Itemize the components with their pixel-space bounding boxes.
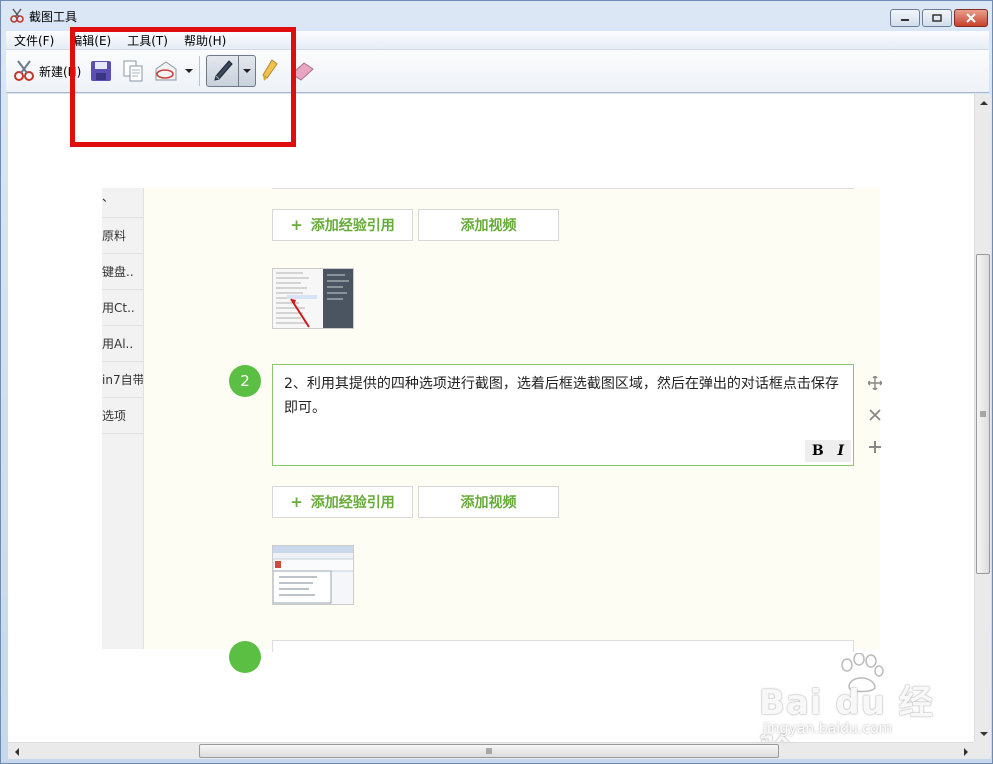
window-controls xyxy=(890,9,988,27)
watermark-url: jingyan.baidu.com xyxy=(763,721,893,737)
add-reference-label: 添加经验引用 xyxy=(310,218,395,234)
baidu-watermark: Bai du 经验 jingyan.baidu.com xyxy=(759,653,949,742)
scroll-up-button[interactable] xyxy=(975,94,992,111)
highlight-annotation-box xyxy=(70,27,296,147)
list-item: 选项 xyxy=(102,398,143,434)
thumbnail-image xyxy=(272,545,354,605)
scroll-right-button[interactable] xyxy=(957,743,974,760)
window-title: 截图工具 xyxy=(29,9,78,24)
list-item: 原料 xyxy=(102,218,143,254)
step-number-badge: 2 xyxy=(229,365,261,397)
close-button[interactable] xyxy=(954,9,988,27)
list-item: 用Ct.. xyxy=(102,290,143,326)
chevron-up-icon xyxy=(979,100,988,105)
captured-screenshot: 、 原料 键盘.. 用Ct.. 用Al.. in7自带 选项 + 添加经验引用 … xyxy=(102,188,883,673)
chevron-left-icon xyxy=(14,747,19,756)
maximize-icon xyxy=(932,14,942,22)
add-icon xyxy=(867,439,883,455)
next-step-editor xyxy=(272,640,854,652)
add-video-button: 添加视频 xyxy=(418,209,559,241)
menu-screenshot-thumbnail-icon xyxy=(273,269,353,328)
plus-icon: + xyxy=(290,216,303,234)
list-item: 键盘.. xyxy=(102,254,143,290)
vertical-scrollbar[interactable] xyxy=(974,94,991,742)
divider xyxy=(272,188,854,189)
add-reference-button: + 添加经验引用 xyxy=(272,209,413,241)
list-item: 用Al.. xyxy=(102,326,143,362)
minimize-icon xyxy=(901,19,909,21)
bold-button: B xyxy=(811,443,824,459)
add-video-label: 添加视频 xyxy=(460,495,517,511)
step-side-tools xyxy=(867,375,883,471)
scroll-left-button[interactable] xyxy=(8,743,25,760)
step-number-badge-next xyxy=(229,641,261,673)
add-video-label: 添加视频 xyxy=(460,218,517,234)
horizontal-scroll-thumb[interactable] xyxy=(199,744,779,758)
delete-icon xyxy=(867,407,883,423)
captured-sidebar: 、 原料 键盘.. 用Ct.. 用Al.. in7自带 选项 xyxy=(102,188,144,649)
minimize-button[interactable] xyxy=(890,9,920,27)
grip-icon xyxy=(980,411,986,417)
step-text-editor: 2、利用其提供的四种选项进行截图，选着后框选截图区域，然后在弹出的对话框点击保存… xyxy=(272,364,854,466)
maximize-button[interactable] xyxy=(922,9,952,27)
chevron-down-icon xyxy=(979,731,988,736)
scissors-icon xyxy=(14,60,34,81)
menu-file[interactable]: 文件(F) xyxy=(6,32,62,49)
snip-canvas[interactable]: 、 原料 键盘.. 用Ct.. 用Al.. in7自带 选项 + 添加经验引用 … xyxy=(8,94,974,742)
snipping-tool-app-icon xyxy=(9,8,25,24)
vertical-scroll-thumb[interactable] xyxy=(976,254,990,574)
add-reference-button: + 添加经验引用 xyxy=(272,486,413,518)
grip-icon xyxy=(486,748,492,754)
thumbnail-image xyxy=(272,268,354,329)
scrollbar-corner xyxy=(974,742,991,759)
add-video-button: 添加视频 xyxy=(418,486,559,518)
add-reference-label: 添加经验引用 xyxy=(310,495,395,511)
snipping-tool-thumbnail-icon xyxy=(273,546,353,604)
list-item: in7自带 xyxy=(102,362,143,398)
format-toolbar: B I xyxy=(805,440,851,462)
chevron-right-icon xyxy=(963,747,968,756)
step-description: 2、利用其提供的四种选项进行截图，选着后框选截图区域，然后在弹出的对话框点击保存… xyxy=(284,376,839,416)
close-icon xyxy=(966,13,976,23)
list-item: 、 xyxy=(102,188,143,218)
move-icon xyxy=(867,375,883,391)
plus-icon: + xyxy=(290,493,303,511)
italic-button: I xyxy=(837,443,845,459)
scroll-down-button[interactable] xyxy=(975,725,992,742)
snipping-tool-window: 截图工具 文件(F) 编辑(E) 工具(T) 帮助(H) 新建(N) 、 原料 … xyxy=(0,0,993,764)
horizontal-scrollbar[interactable] xyxy=(8,742,974,759)
